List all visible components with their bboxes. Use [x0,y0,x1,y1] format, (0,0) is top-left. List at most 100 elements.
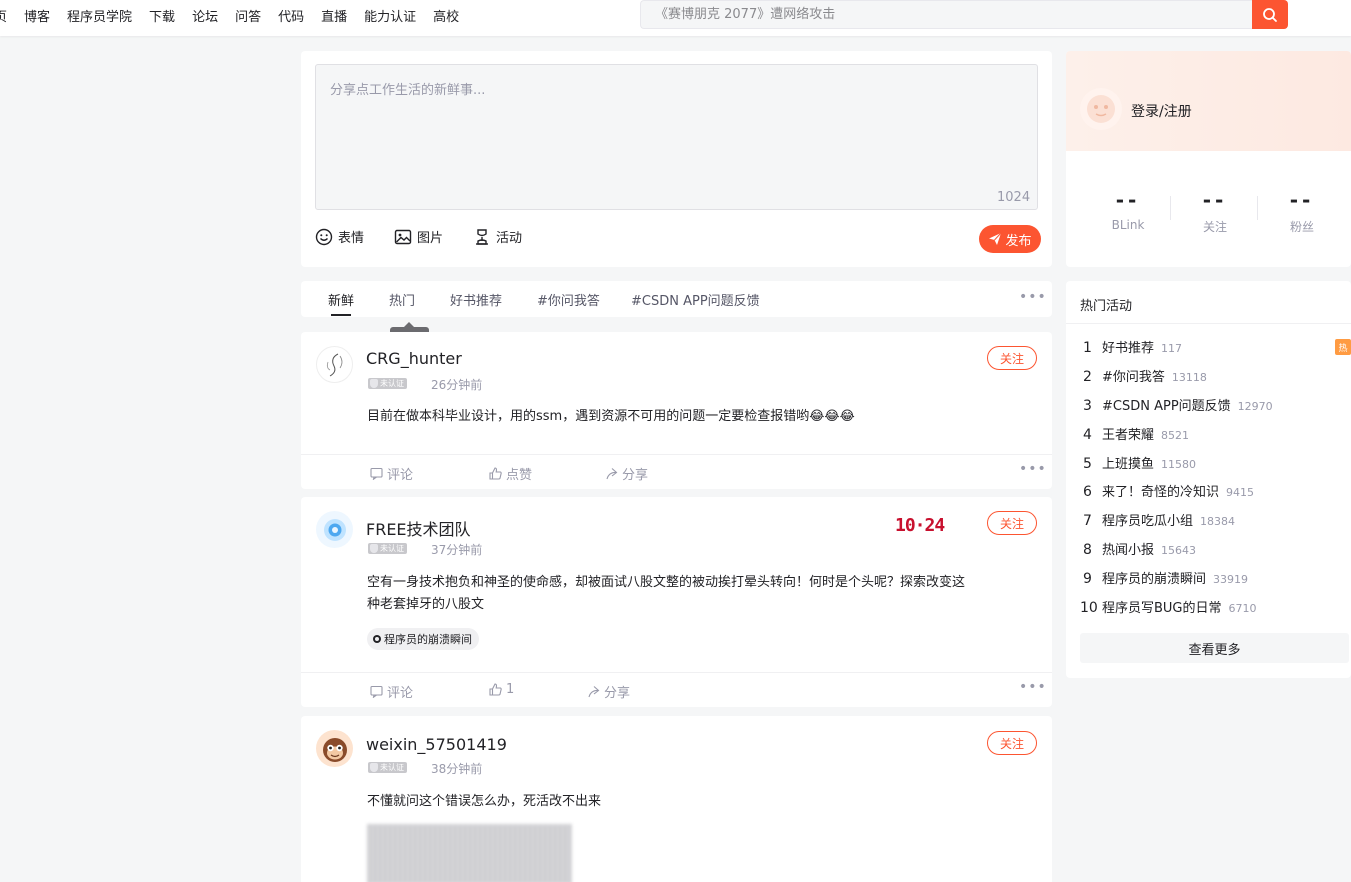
hot-item[interactable]: 4 王者荣耀 8521 [1083,424,1189,443]
smile-icon [315,228,333,245]
tabs-more-icon[interactable]: ••• [1019,289,1047,305]
share-label: 分享 [622,468,649,483]
emoji-tool[interactable]: 表情 [315,227,364,246]
composer-tools: 表情 图片 活动 [315,227,552,246]
comment-button[interactable]: 评论 [370,682,413,701]
stat-following[interactable]: -- 关注 [1175,188,1255,235]
search-bar [640,0,1288,29]
hot-item[interactable]: 9 程序员的崩溃瞬间 33919 [1083,568,1248,587]
follow-button[interactable]: 关注 [987,731,1037,755]
tab-hot[interactable]: 热门 [389,290,415,309]
post-divider [301,672,1052,673]
user-card: 登录/注册 -- BLink -- 关注 -- 粉丝 [1066,51,1351,267]
hot-divider [1066,323,1351,324]
follow-button[interactable]: 关注 [987,511,1037,535]
username[interactable]: FREE技术团队 [366,516,471,540]
post-text: 空有一身技术抱负和神圣的使命感，却被面试八股文整的被动挨打晕头转向！何时是个头呢… [367,575,966,612]
image-tool[interactable]: 图片 [394,227,443,246]
nav-home[interactable]: 页 [0,6,7,25]
topic-icon [373,635,381,643]
nav-live[interactable]: 直播 [321,6,347,25]
hot-item[interactable]: 8 热闻小报 15643 [1083,539,1196,558]
composer-card: 表情 图片 活动 1024 发布 [301,51,1052,267]
stat-separator [1257,196,1258,220]
topic-chip[interactable]: 程序员的崩溃瞬间 [367,628,479,650]
hot-item[interactable]: 7 程序员吃瓜小组 18384 [1083,510,1235,529]
activity-icon [476,228,489,245]
thumbs-up-icon [489,467,502,480]
post-more-icon[interactable]: ••• [1019,679,1047,695]
verify-badge: 未认证 [368,542,407,554]
username[interactable]: CRG_hunter [366,349,462,368]
post-card: FREE技术团队 未认证 37分钟前 10·24 关注 空有一身技术抱负和神圣的… [301,497,1052,707]
post-card: CRG_hunter 未认证 26分钟前 关注 目前在做本科毕业设计，用的ssm… [301,332,1052,489]
comment-button[interactable]: 评论 [370,464,413,483]
share-button[interactable]: 分享 [587,682,630,701]
nav-college[interactable]: 高校 [433,6,459,25]
avatar[interactable] [316,511,353,548]
nav-code[interactable]: 代码 [278,6,304,25]
login-register-link[interactable]: 登录/注册 [1131,101,1192,121]
hot-item[interactable]: 1 好书推荐 117 [1083,337,1182,356]
search-icon [1263,7,1277,22]
hot-item[interactable]: 10 程序员写BUG的日常 6710 [1080,597,1257,616]
post-card: weixin_57501419 未认证 38分钟前 关注 不懂就问这个错误怎么办… [301,716,1052,882]
share-button[interactable]: 分享 [605,464,648,483]
tab-good-books[interactable]: 好书推荐 [450,290,502,309]
hot-activities-title: 热门活动 [1080,299,1133,314]
hot-flag-badge: 热 [1335,339,1351,355]
share-icon [606,468,618,480]
activity-tool[interactable]: 活动 [473,227,522,246]
hot-item[interactable]: 6 来了！奇怪的冷知识 9415 [1083,481,1254,500]
tab-qa[interactable]: #你问我答 [537,290,600,309]
post-text: 不懂就问这个错误怎么办，死活改不出来 [367,794,602,809]
thumbs-up-icon [489,683,502,696]
see-more-button[interactable]: 查看更多 [1080,633,1349,663]
nav-qa[interactable]: 问答 [235,6,261,25]
default-avatar-icon [1087,95,1115,123]
avatar[interactable] [1080,88,1122,130]
sketch-avatar-icon [326,353,342,376]
image-tool-label: 图片 [417,231,444,246]
verify-badge: 未认证 [368,761,407,773]
nav-certification[interactable]: 能力认证 [364,6,416,25]
post-more-icon[interactable]: ••• [1019,461,1047,477]
top-navbar: 页 博客 程序员学院 下载 论坛 问答 代码 直播 能力认证 高校 [0,0,1351,36]
tab-csdn-feedback[interactable]: #CSDN APP问题反馈 [631,290,760,309]
follow-button[interactable]: 关注 [987,346,1037,370]
send-icon [989,232,1002,245]
stat-blink[interactable]: -- BLink [1088,188,1168,232]
nav-download[interactable]: 下载 [149,6,175,25]
share-icon [588,686,600,698]
image-icon [394,229,412,244]
like-button[interactable]: 点赞 [489,464,532,483]
publish-button[interactable]: 发布 [979,225,1041,253]
nav-blog[interactable]: 博客 [24,6,50,25]
comment-label: 评论 [387,468,414,483]
like-button[interactable]: 1 [489,682,514,697]
hot-item[interactable]: 3 #CSDN APP问题反馈 12970 [1083,395,1273,414]
composer-textarea[interactable] [315,64,1038,210]
post-time: 37分钟前 [431,543,483,557]
post-text: 目前在做本科毕业设计，用的ssm，遇到资源不可用的问题一定要检查报错哟😂😂😂 [367,409,855,424]
avatar[interactable] [316,730,353,767]
search-button[interactable] [1252,0,1288,29]
stat-separator [1170,196,1171,220]
comment-label: 评论 [387,686,414,701]
share-label: 分享 [604,686,631,701]
comment-icon [370,685,383,698]
username[interactable]: weixin_57501419 [366,735,507,754]
search-input[interactable] [640,0,1252,29]
monkey-avatar-icon [322,737,347,762]
nav-academy[interactable]: 程序员学院 [67,6,132,25]
tab-fresh[interactable]: 新鲜 [328,290,354,309]
publish-label: 发布 [1005,233,1032,249]
laugh-emoji: 😂😂😂 [809,409,855,424]
hot-item[interactable]: 5 上班摸鱼 11580 [1083,453,1196,472]
hot-item[interactable]: 2 #你问我答 13118 [1083,366,1207,385]
post-image-blurred[interactable] [367,824,572,882]
nav-forum[interactable]: 论坛 [192,6,218,25]
avatar[interactable] [316,346,353,383]
gear-logo-icon [323,518,346,541]
stat-fans[interactable]: -- 粉丝 [1262,188,1342,235]
